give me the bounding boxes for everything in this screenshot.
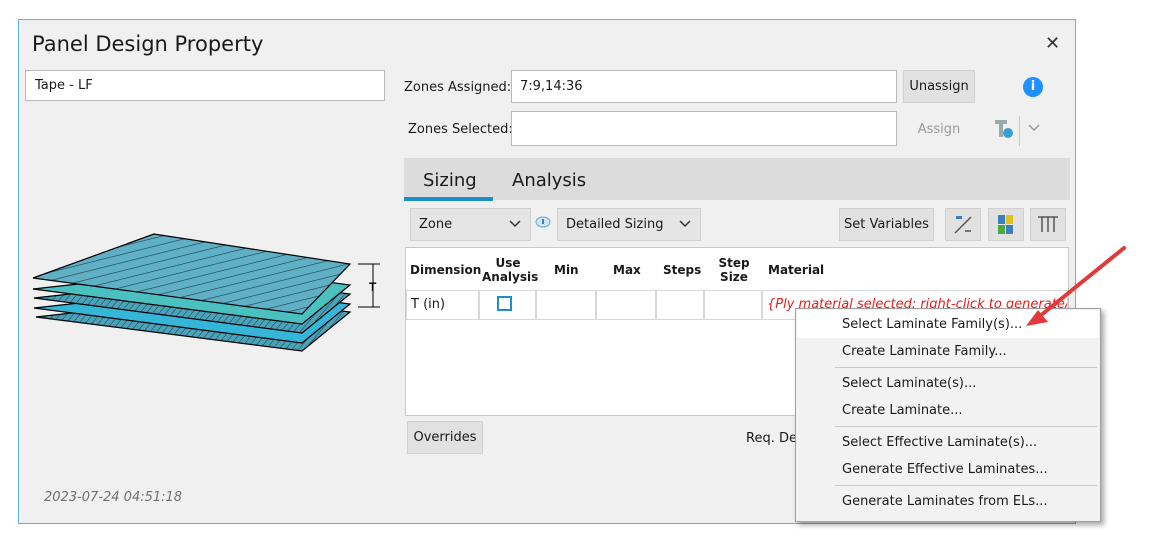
req-design-label: Req. De	[746, 431, 797, 446]
menu-item-select-laminate[interactable]: Select Laminate(s)...	[842, 376, 976, 391]
chevron-down-icon[interactable]	[1027, 123, 1041, 133]
annotation-arrow-icon	[1026, 246, 1126, 326]
menu-separator	[835, 485, 1097, 486]
col-header-use-analysis-line1: Use	[495, 256, 521, 270]
col-header-use-analysis: Use Analysis	[482, 256, 539, 284]
zones-assigned-label: Zones Assigned:	[404, 80, 512, 95]
menu-item-select-laminate-family[interactable]: Select Laminate Family(s)...	[842, 317, 1022, 332]
menu-item-generate-laminates-from-els[interactable]: Generate Laminates from ELs...	[842, 494, 1048, 509]
sizing-mode-value: Detailed Sizing	[566, 217, 664, 232]
assign-button[interactable]: Assign	[905, 122, 973, 137]
optimize-icon[interactable]	[945, 208, 981, 241]
menu-separator	[835, 426, 1097, 427]
col-header-material: Material	[768, 263, 825, 277]
laminate-stack-diagram: T	[32, 233, 380, 352]
col-header-step-size-line1: Step	[718, 256, 750, 270]
unassign-button[interactable]: Unassign	[903, 70, 975, 103]
col-header-step-size-line2: Size	[720, 270, 748, 284]
columns-icon[interactable]	[1030, 208, 1066, 241]
panel-name-field[interactable]: Tape - LF	[25, 70, 385, 101]
chevron-down-icon	[679, 220, 691, 228]
zone-dropdown-value: Zone	[419, 217, 453, 232]
table-row-dimension[interactable]: T (in)	[406, 290, 479, 320]
tab-sizing[interactable]: Sizing	[423, 170, 477, 191]
col-header-min: Min	[554, 263, 579, 277]
overrides-button[interactable]: Overrides	[407, 421, 483, 454]
use-analysis-checkbox[interactable]	[497, 296, 512, 311]
chevron-down-icon	[509, 220, 521, 228]
tab-bar	[404, 158, 1070, 200]
info-icon[interactable]: i	[1023, 77, 1043, 97]
menu-item-create-laminate-family[interactable]: Create Laminate Family...	[842, 344, 1007, 359]
col-header-steps: Steps	[663, 263, 702, 277]
zones-selected-field[interactable]	[511, 111, 897, 146]
timestamp: 2023-07-24 04:51:18	[44, 490, 183, 505]
menu-separator	[835, 367, 1097, 368]
table-row-step-size[interactable]	[704, 290, 762, 320]
col-header-step-size: Step Size	[718, 256, 750, 284]
col-header-max: Max	[613, 263, 641, 277]
table-row-max[interactable]	[596, 290, 656, 320]
zones-assigned-field[interactable]: 7:9,14:36	[511, 70, 897, 103]
thickness-label: T	[369, 280, 377, 294]
zone-filter-icon[interactable]	[993, 118, 1015, 140]
table-row-steps[interactable]	[656, 290, 704, 320]
comment-icon[interactable]	[534, 215, 552, 231]
grid-color-icon[interactable]	[988, 208, 1024, 241]
toolbar-divider	[1019, 116, 1020, 146]
dialog-title: Panel Design Property	[32, 32, 264, 56]
menu-item-select-effective-laminate[interactable]: Select Effective Laminate(s)...	[842, 435, 1037, 450]
col-header-use-analysis-line2: Analysis	[482, 270, 539, 284]
menu-item-create-laminate[interactable]: Create Laminate...	[842, 403, 963, 418]
zones-selected-label: Zones Selected:	[408, 122, 513, 137]
menu-item-generate-effective-laminates[interactable]: Generate Effective Laminates...	[842, 462, 1048, 477]
table-row-min[interactable]	[536, 290, 596, 320]
tab-analysis[interactable]: Analysis	[512, 170, 586, 191]
set-variables-button[interactable]: Set Variables	[839, 208, 934, 241]
table-row-use-analysis[interactable]	[479, 290, 536, 320]
close-icon[interactable]: ✕	[1045, 33, 1060, 54]
col-header-dimension: Dimension	[410, 263, 482, 277]
